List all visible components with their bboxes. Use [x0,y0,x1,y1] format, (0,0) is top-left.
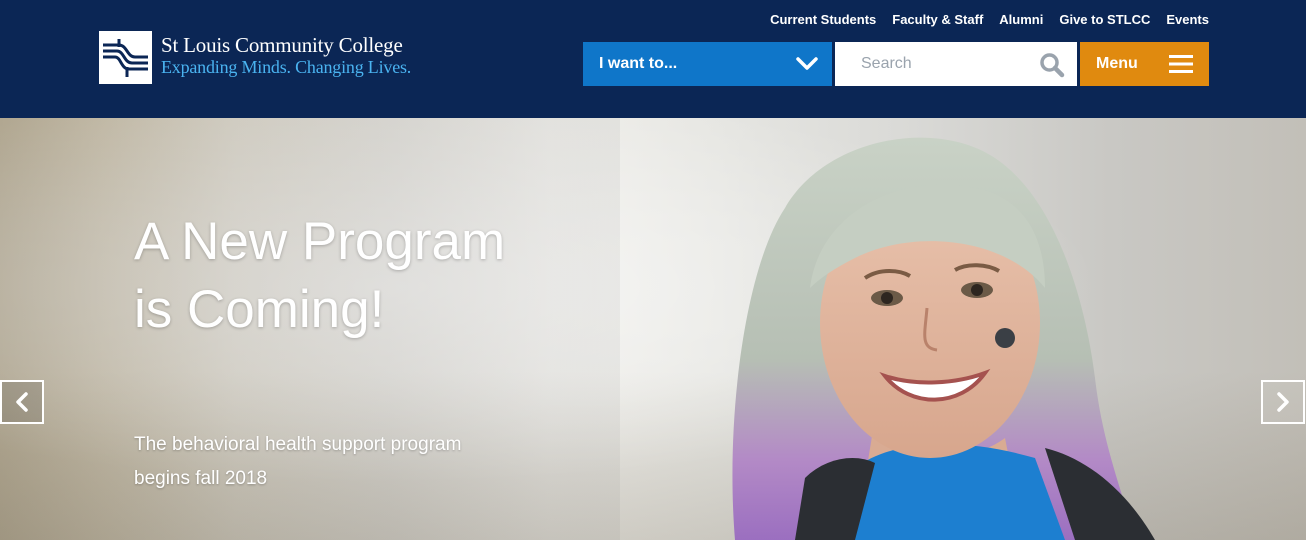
search-input[interactable] [835,54,1053,74]
utility-link-alumni[interactable]: Alumni [999,12,1043,27]
utility-link-faculty-staff[interactable]: Faculty & Staff [892,12,983,27]
utility-nav: Current Students Faculty & Staff Alumni … [770,12,1209,27]
college-logo[interactable]: St Louis Community College Expanding Min… [99,31,411,84]
utility-link-current-students[interactable]: Current Students [770,12,876,27]
i-want-dropdown[interactable]: I want to... [583,42,832,86]
logo-mark-icon [99,31,152,84]
hero-photo-student [732,137,1155,540]
chevron-left-icon [16,392,28,412]
menu-button[interactable]: Menu [1080,42,1209,86]
chevron-down-icon [796,57,818,70]
i-want-label: I want to... [599,55,678,72]
logo-tagline: Expanding Minds. Changing Lives. [161,57,412,77]
carousel-prev-button[interactable] [0,380,44,424]
hamburger-icon [1169,55,1193,73]
hero-subtitle: The behavioral health support program be… [134,434,462,489]
hero-carousel: A New Program is Coming! The behavioral … [0,118,1306,540]
chevron-right-icon [1277,392,1289,412]
menu-label: Menu [1096,55,1138,72]
hero-title: A New Program is Coming! [134,212,506,339]
search-box [835,42,1077,86]
site-header: St Louis Community College Expanding Min… [0,0,1306,118]
logo-name: St Louis Community College [161,33,403,57]
utility-link-events[interactable]: Events [1166,12,1209,27]
search-icon[interactable] [1039,52,1065,78]
utility-link-give[interactable]: Give to STLCC [1059,12,1150,27]
carousel-next-button[interactable] [1261,380,1305,424]
